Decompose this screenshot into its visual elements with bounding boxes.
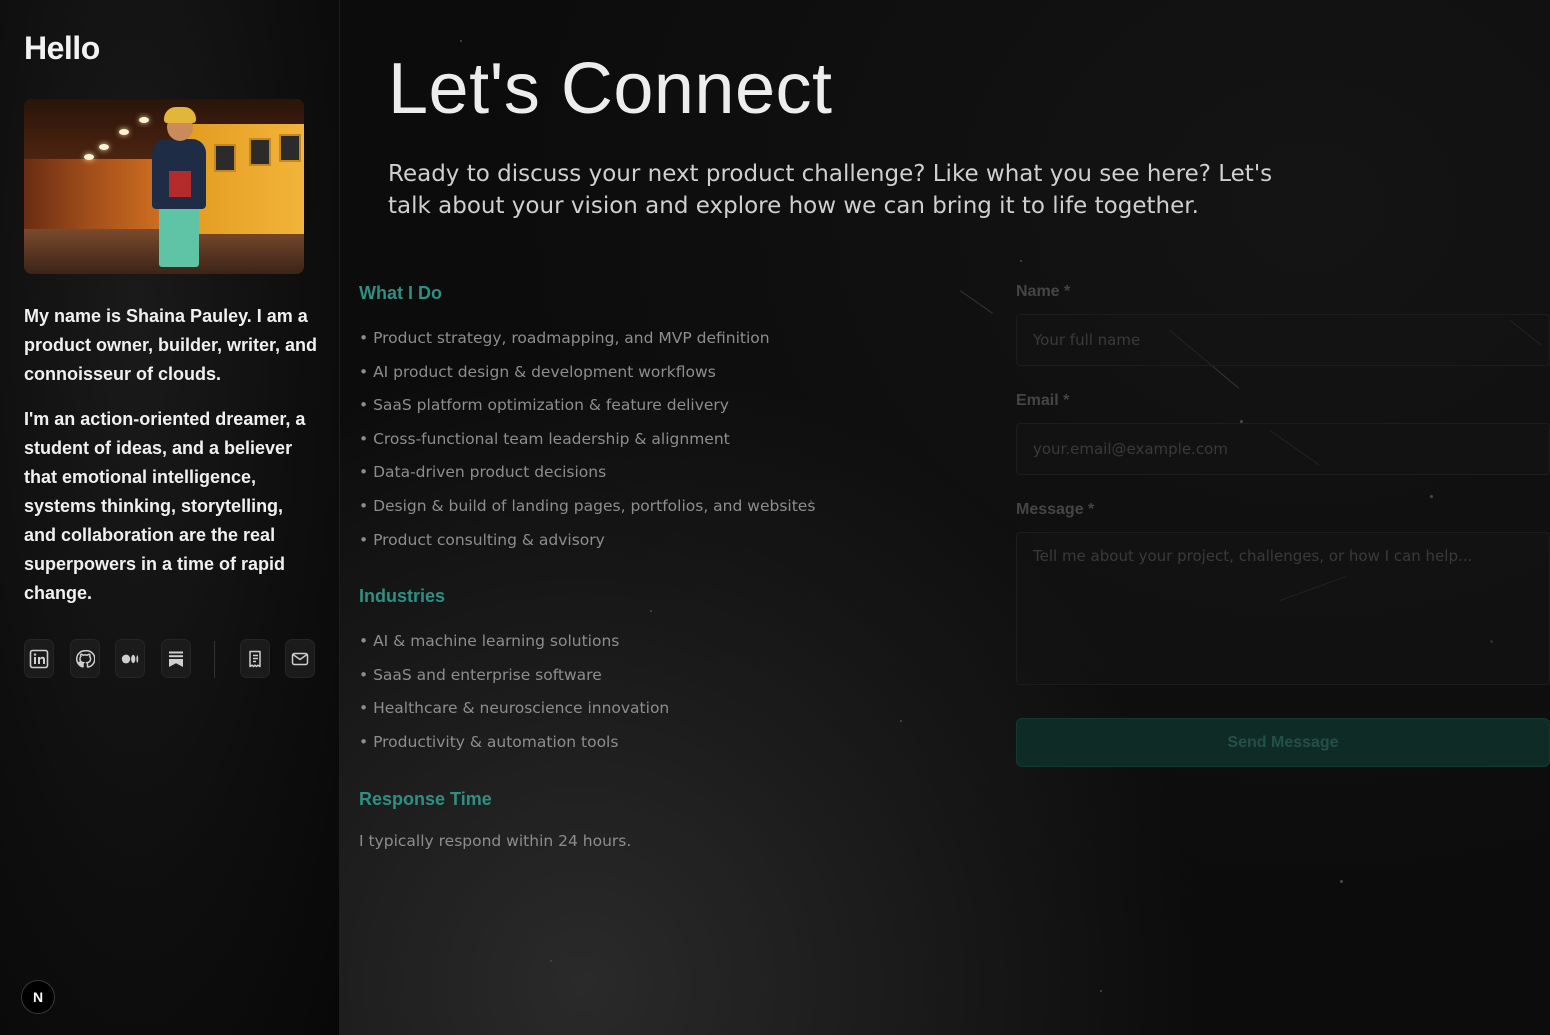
social-links — [24, 639, 324, 679]
email-label: Email * — [1016, 392, 1070, 409]
list-item: AI & machine learning solutions — [359, 631, 979, 665]
sidebar: Hello My name is Shaina Pauley. I am a p… — [0, 0, 340, 1035]
social-divider — [214, 641, 215, 678]
industries-heading: Industries — [359, 586, 446, 606]
bio-paragraph-intro: My name is Shaina Pauley. I am a product… — [24, 306, 318, 384]
substack-link[interactable] — [161, 639, 191, 678]
list-item: Design & build of landing pages, portfol… — [359, 496, 979, 530]
list-item: Cross-functional team leadership & align… — [359, 429, 979, 463]
github-link[interactable] — [70, 639, 100, 678]
list-item: SaaS and enterprise software — [359, 665, 979, 699]
name-label: Name * — [1016, 283, 1071, 300]
page-title: Let's Connect — [388, 49, 833, 129]
what-i-do-heading: What I Do — [359, 283, 442, 303]
what-i-do-list: Product strategy, roadmapping, and MVP d… — [359, 328, 979, 563]
message-label: Message * — [1016, 501, 1095, 518]
page: Hello My name is Shaina Pauley. I am a p… — [0, 0, 1550, 1035]
list-item: Product strategy, roadmapping, and MVP d… — [359, 328, 979, 362]
response-time-text: I typically respond within 24 hours. — [359, 832, 632, 850]
list-item: Productivity & automation tools — [359, 732, 979, 766]
list-item: Healthcare & neuroscience innovation — [359, 698, 979, 732]
nextjs-badge-icon[interactable]: N — [21, 980, 55, 1014]
list-item: SaaS platform optimization & feature del… — [359, 395, 979, 429]
github-icon — [76, 649, 95, 668]
medium-link[interactable] — [115, 639, 145, 678]
sidebar-title: Hello — [24, 30, 100, 66]
list-item: Product consulting & advisory — [359, 530, 979, 564]
response-time-heading: Response Time — [359, 789, 492, 809]
profile-photo — [24, 99, 304, 274]
resume-icon — [249, 650, 261, 667]
list-item: AI product design & development workflow… — [359, 362, 979, 396]
send-message-button[interactable]: Send Message — [1016, 718, 1550, 767]
email-link[interactable] — [285, 639, 315, 678]
page-intro: Ready to discuss your next product chall… — [388, 161, 1273, 219]
message-textarea[interactable] — [1016, 532, 1550, 685]
email-input[interactable] — [1016, 423, 1550, 475]
industries-list: AI & machine learning solutions SaaS and… — [359, 631, 979, 765]
list-item: Data-driven product decisions — [359, 462, 979, 496]
mail-icon — [291, 652, 309, 665]
medium-icon — [121, 654, 139, 663]
substack-icon — [169, 651, 183, 667]
name-input[interactable] — [1016, 314, 1550, 366]
main-content: Let's Connect Ready to discuss your next… — [340, 0, 1550, 1035]
bio-paragraph-beliefs: I'm an action-oriented dreamer, a studen… — [24, 409, 306, 603]
linkedin-icon — [29, 649, 49, 668]
linkedin-link[interactable] — [24, 639, 54, 678]
resume-link[interactable] — [240, 639, 270, 678]
